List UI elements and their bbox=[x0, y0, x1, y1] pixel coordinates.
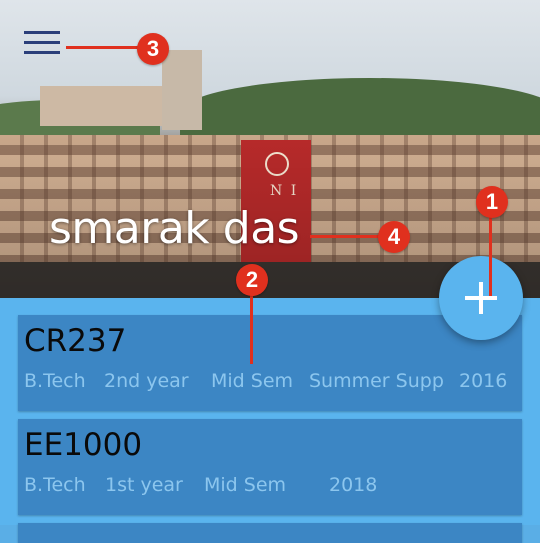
list-item[interactable] bbox=[18, 523, 522, 543]
list-item[interactable]: CR237 B.Tech 2nd year Mid Sem Summer Sup… bbox=[18, 315, 522, 411]
header-photo: N I bbox=[0, 0, 540, 300]
degree: B.Tech bbox=[24, 370, 86, 392]
annotation-badge-3: 3 bbox=[137, 33, 169, 65]
list-item[interactable]: EE1000 B.Tech 1st year Mid Sem 2018 bbox=[18, 419, 522, 515]
annotation-badge-1: 1 bbox=[476, 186, 508, 218]
exam-type: Mid Sem bbox=[204, 474, 287, 496]
session: Summer Supp bbox=[309, 370, 444, 392]
add-button[interactable] bbox=[439, 256, 523, 340]
course-code: CR237 bbox=[24, 323, 127, 359]
course-code: EE1000 bbox=[24, 427, 143, 463]
exam-year: 2016 bbox=[459, 370, 508, 392]
annotation-badge-4: 4 bbox=[378, 221, 410, 253]
callout-line bbox=[489, 216, 492, 296]
year: 2nd year bbox=[104, 370, 189, 392]
exam-type: Mid Sem bbox=[211, 370, 294, 392]
exam-year: 2018 bbox=[329, 474, 378, 496]
callout-line bbox=[310, 235, 380, 238]
degree: B.Tech bbox=[24, 474, 86, 496]
annotation-badge-2: 2 bbox=[236, 264, 268, 296]
year: 1st year bbox=[105, 474, 183, 496]
callout-line bbox=[250, 292, 253, 364]
user-name: smarak das bbox=[49, 203, 300, 254]
hamburger-menu-icon[interactable] bbox=[24, 31, 60, 55]
callout-line bbox=[66, 46, 140, 49]
